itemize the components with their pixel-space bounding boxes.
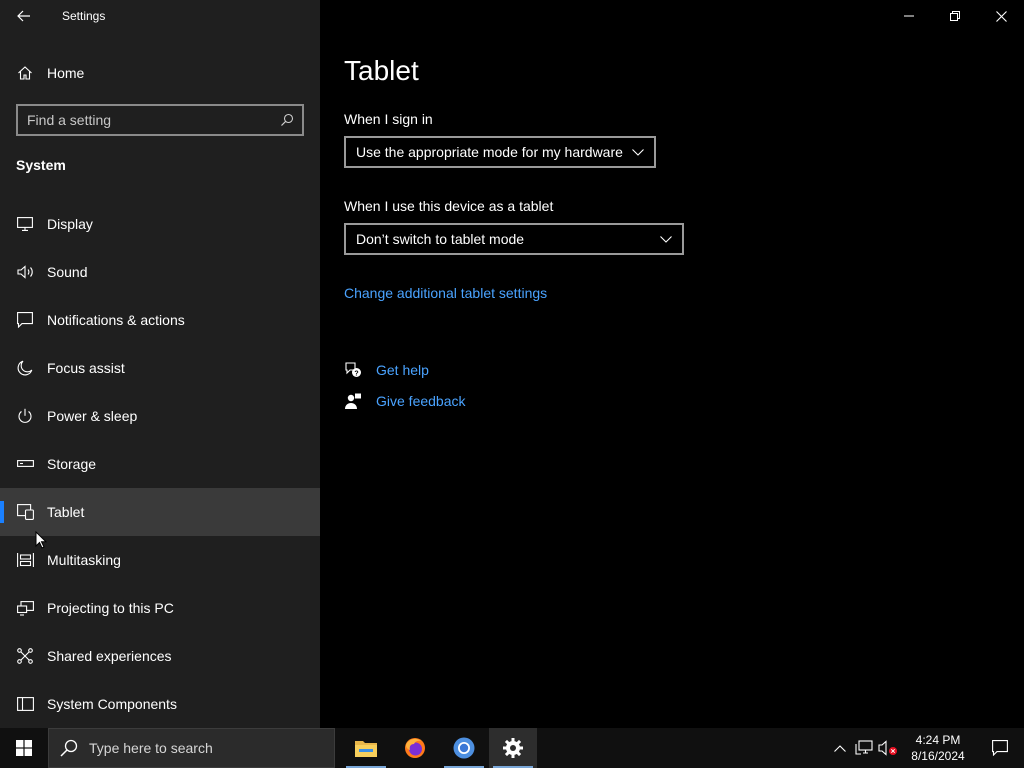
- volume-muted-icon[interactable]: [876, 728, 900, 768]
- app-title: Settings: [62, 9, 106, 23]
- sidebar-item-sound[interactable]: Sound: [0, 248, 320, 296]
- search-icon[interactable]: [272, 113, 302, 127]
- give-feedback-row[interactable]: Give feedback: [344, 392, 466, 410]
- tablet-mode-dropdown[interactable]: Don’t switch to tablet mode: [344, 223, 684, 255]
- tablet-mode-value: Don’t switch to tablet mode: [356, 231, 525, 247]
- home-icon: [16, 64, 34, 82]
- taskbar-file-explorer[interactable]: [342, 728, 390, 768]
- sign-in-mode-dropdown[interactable]: Use the appropriate mode for my hardware: [344, 136, 656, 168]
- sidebar-item-storage[interactable]: Storage: [0, 440, 320, 488]
- search-icon: [49, 739, 89, 757]
- page-title: Tablet: [344, 55, 419, 86]
- sidebar-item-multitasking[interactable]: Multitasking: [0, 536, 320, 584]
- taskbar-search-box[interactable]: Type here to search: [48, 728, 335, 768]
- clock-date: 8/16/2024: [911, 749, 965, 763]
- mouse-cursor-icon: [35, 531, 47, 549]
- help-chat-icon: ?: [344, 361, 362, 379]
- notifications-icon: [992, 740, 1008, 756]
- feedback-person-icon: [344, 392, 362, 410]
- taskbar: Type here to search 4:24 PM 8/16/2024: [0, 728, 1024, 768]
- file-explorer-icon: [355, 741, 377, 757]
- sidebar-item-label: Display: [47, 216, 93, 232]
- sidebar-item-tablet[interactable]: Tablet: [0, 488, 320, 536]
- chevron-up-icon[interactable]: [828, 728, 852, 768]
- close-icon: [995, 10, 1007, 22]
- sidebar-item-label: System Components: [47, 696, 177, 712]
- restore-icon: [950, 11, 960, 21]
- home-label: Home: [47, 65, 85, 81]
- sidebar-item-display[interactable]: Display: [0, 200, 320, 248]
- sidebar-item-system-components[interactable]: System Components: [0, 680, 320, 728]
- sidebar-item-notifications[interactable]: Notifications & actions: [0, 296, 320, 344]
- chromium-icon: [453, 737, 475, 759]
- close-button[interactable]: [978, 0, 1024, 32]
- title-bar-left: Settings: [0, 0, 320, 32]
- clock-time: 4:24 PM: [915, 733, 961, 747]
- sidebar-item-label: Multitasking: [47, 552, 121, 568]
- sidebar-item-label: Tablet: [47, 504, 85, 520]
- multitasking-icon: [16, 551, 34, 569]
- components-icon: [16, 695, 34, 713]
- system-tray: 4:24 PM 8/16/2024: [828, 728, 1024, 768]
- settings-icon: [503, 738, 523, 758]
- sidebar-item-label: Sound: [47, 264, 88, 280]
- network-icon[interactable]: [852, 728, 876, 768]
- drive-icon: [16, 455, 34, 473]
- find-setting-input[interactable]: [18, 112, 272, 128]
- shared-icon: [16, 647, 34, 665]
- message-icon: [16, 311, 34, 329]
- start-button[interactable]: [0, 728, 48, 768]
- sidebar-item-home[interactable]: Home: [0, 49, 320, 97]
- sidebar-item-label: Storage: [47, 456, 97, 472]
- restore-button[interactable]: [932, 0, 978, 32]
- find-setting-box[interactable]: [16, 104, 304, 136]
- sidebar-item-label: Notifications & actions: [47, 312, 185, 328]
- minimize-icon: [904, 15, 914, 17]
- chevron-down-icon: [660, 235, 672, 243]
- minimize-button[interactable]: [886, 0, 932, 32]
- sidebar: Settings Home System Display Sound Notif…: [0, 0, 320, 728]
- taskbar-chromium[interactable]: [440, 728, 488, 768]
- back-arrow-icon: [17, 10, 30, 22]
- tablet-icon: [16, 503, 34, 521]
- windows-logo-icon: [16, 740, 32, 756]
- monitor-icon: [16, 215, 34, 233]
- change-additional-tablet-settings-link[interactable]: Change additional tablet settings: [344, 285, 547, 301]
- get-help-link[interactable]: Get help: [376, 362, 429, 378]
- system-nav-list: Display Sound Notifications & actions Fo…: [0, 200, 320, 728]
- section-title-system: System: [16, 157, 66, 173]
- speaker-icon: [16, 263, 34, 281]
- sidebar-item-projecting[interactable]: Projecting to this PC: [0, 584, 320, 632]
- sidebar-item-label: Focus assist: [47, 360, 125, 376]
- sidebar-item-label: Power & sleep: [47, 408, 138, 424]
- taskbar-search-placeholder: Type here to search: [89, 740, 213, 756]
- action-center-button[interactable]: [976, 728, 1024, 768]
- sidebar-item-power-sleep[interactable]: Power & sleep: [0, 392, 320, 440]
- sidebar-item-shared-experiences[interactable]: Shared experiences: [0, 632, 320, 680]
- sidebar-item-label: Shared experiences: [47, 648, 172, 664]
- sign-in-mode-value: Use the appropriate mode for my hardware: [356, 144, 623, 160]
- sidebar-item-focus-assist[interactable]: Focus assist: [0, 344, 320, 392]
- power-icon: [16, 407, 34, 425]
- project-icon: [16, 599, 34, 617]
- taskbar-settings[interactable]: [489, 728, 537, 768]
- taskbar-clock[interactable]: 4:24 PM 8/16/2024: [900, 732, 976, 764]
- sign-in-label: When I sign in: [344, 111, 433, 127]
- main-content: Tablet When I sign in Use the appropriat…: [320, 0, 1024, 728]
- sidebar-item-label: Projecting to this PC: [47, 600, 174, 616]
- back-button[interactable]: [0, 0, 48, 32]
- firefox-icon: [405, 738, 425, 758]
- get-help-row[interactable]: ? Get help: [344, 361, 429, 379]
- svg-text:?: ?: [354, 370, 358, 377]
- moon-icon: [16, 359, 34, 377]
- tablet-use-label: When I use this device as a tablet: [344, 198, 554, 214]
- chevron-down-icon: [632, 148, 644, 156]
- window-controls: [886, 0, 1024, 32]
- give-feedback-link[interactable]: Give feedback: [376, 393, 466, 409]
- taskbar-firefox[interactable]: [391, 728, 439, 768]
